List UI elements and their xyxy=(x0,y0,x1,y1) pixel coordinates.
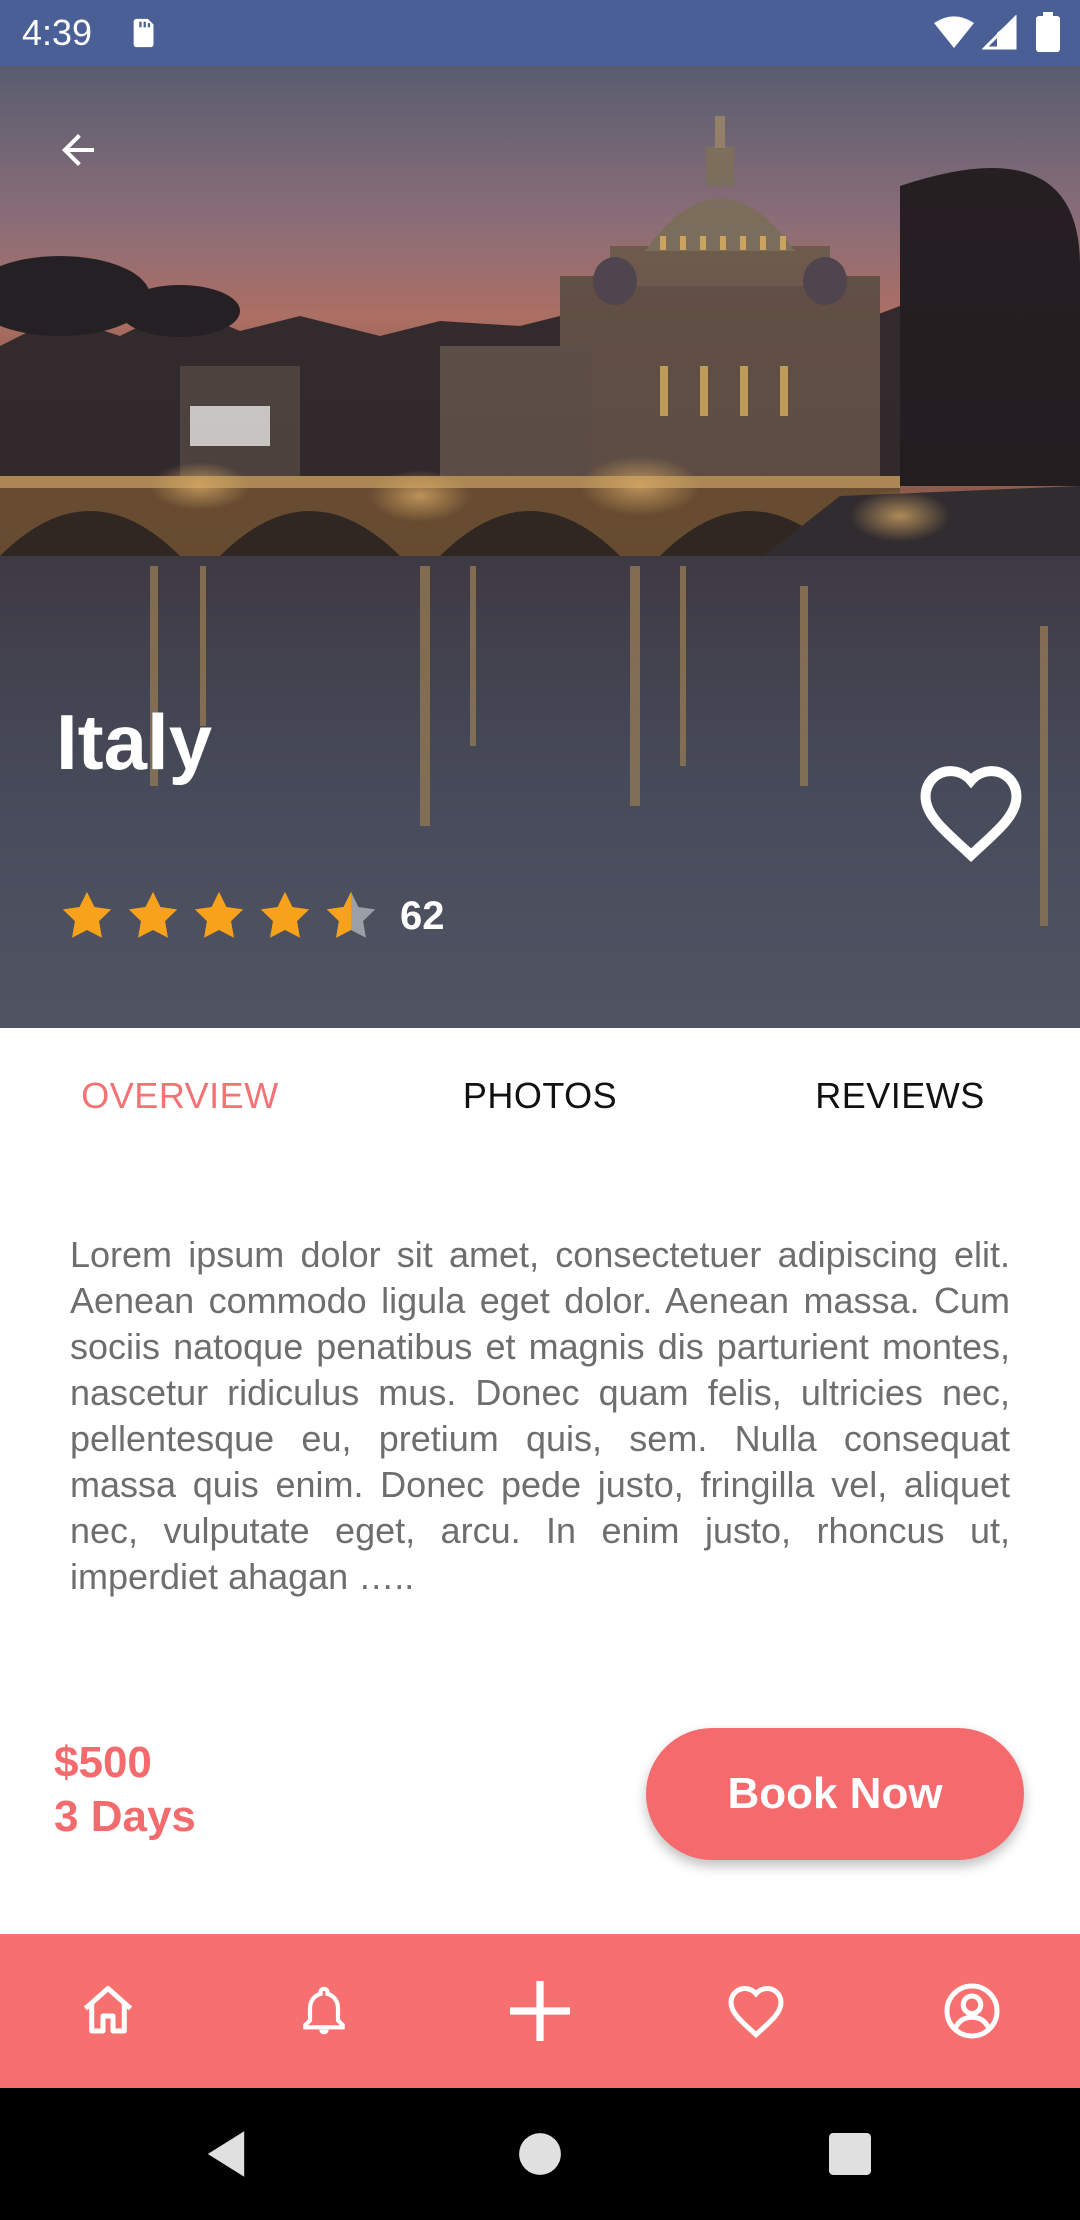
heart-outline-icon xyxy=(920,766,1022,863)
nav-profile[interactable] xyxy=(864,1934,1080,2088)
star-half-icon xyxy=(326,891,376,938)
system-navigation-bar xyxy=(0,2088,1080,2220)
review-count: 62 xyxy=(400,893,445,938)
star-icon xyxy=(128,891,178,938)
destination-title: Italy xyxy=(56,698,213,786)
signal-icon xyxy=(982,15,1017,50)
nav-notifications[interactable] xyxy=(216,1934,432,2088)
heart-icon xyxy=(728,1985,784,2039)
wifi-icon xyxy=(934,16,974,48)
battery-icon xyxy=(1036,12,1060,52)
plus-icon xyxy=(510,1981,570,2041)
status-time: 4:39 xyxy=(22,12,93,53)
sd-card-icon xyxy=(133,18,154,48)
arrow-back-icon xyxy=(62,134,94,166)
recents-square-icon xyxy=(829,2133,871,2175)
status-bar: 4:39 xyxy=(0,0,1080,66)
rating-row: 62 xyxy=(58,884,445,948)
tab-bar: OVERVIEW PHOTOS REVIEWS xyxy=(0,1028,1080,1164)
hero-image: Italy 62 xyxy=(0,66,1080,1028)
back-triangle-icon xyxy=(207,2131,245,2177)
book-now-button[interactable]: Book Now xyxy=(646,1728,1024,1860)
app-screen: 4:39 Italy 62 OVERVIEW PHOTOS REVIEWS Lo… xyxy=(0,0,1080,2220)
bottom-navigation xyxy=(0,1934,1080,2088)
home-icon xyxy=(83,1986,133,2034)
back-button[interactable] xyxy=(40,112,116,188)
profile-icon xyxy=(944,1983,1000,2039)
tab-overview[interactable]: OVERVIEW xyxy=(0,1028,360,1164)
star-icon xyxy=(260,891,310,938)
star-icon xyxy=(62,891,112,938)
star-icon xyxy=(194,891,244,938)
bell-icon xyxy=(303,1986,345,2035)
system-recents-button[interactable] xyxy=(790,2088,910,2220)
nav-add[interactable] xyxy=(432,1934,648,2088)
tab-reviews[interactable]: REVIEWS xyxy=(720,1028,1080,1164)
nav-home[interactable] xyxy=(0,1934,216,2088)
duration-label: 3 Days xyxy=(54,1792,196,1841)
system-home-button[interactable] xyxy=(480,2088,600,2220)
system-back-button[interactable] xyxy=(166,2088,286,2220)
home-circle-icon xyxy=(519,2133,561,2175)
tab-photos[interactable]: PHOTOS xyxy=(360,1028,720,1164)
overview-description: Lorem ipsum dolor sit amet, consectetuer… xyxy=(70,1234,1010,1597)
favorite-button[interactable] xyxy=(916,762,1026,863)
nav-favorites[interactable] xyxy=(648,1934,864,2088)
price-label: $500 xyxy=(54,1738,152,1787)
